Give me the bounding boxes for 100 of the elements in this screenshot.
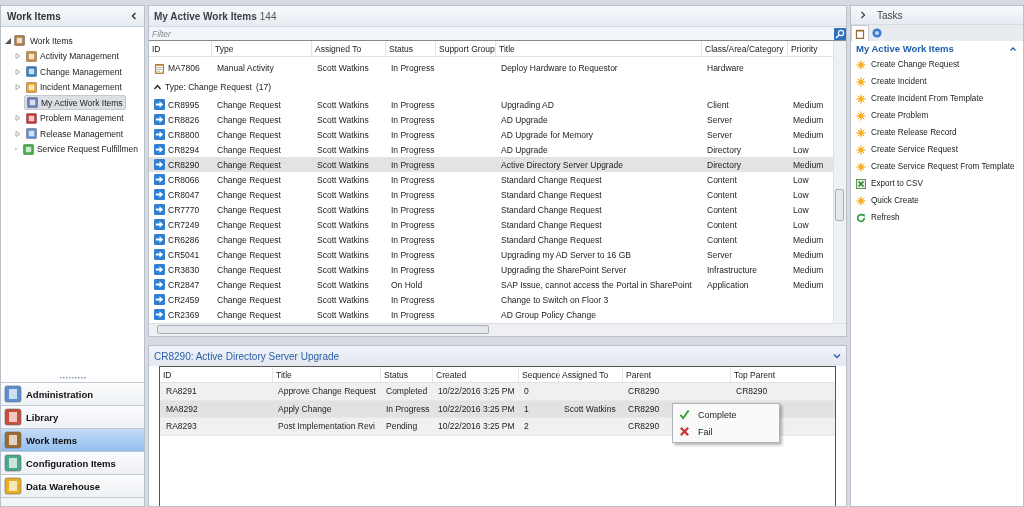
table-cell-text: Scott Watkins bbox=[316, 174, 369, 185]
task-link[interactable]: Create Service Request bbox=[851, 141, 1023, 158]
table-row[interactable]: CR8294 Change Request Scott Watkins In Progress AD Upgrade Directory Low bbox=[149, 142, 833, 157]
tree-item[interactable]: Release Management bbox=[24, 127, 126, 141]
table-row[interactable]: CR8826 Change Request Scott Watkins In Progress AD Upgrade Server Medium bbox=[149, 112, 833, 127]
column-header[interactable]: Support Group bbox=[435, 41, 495, 56]
nav-button[interactable]: Administration bbox=[1, 382, 144, 405]
horizontal-scrollbar[interactable] bbox=[149, 323, 846, 336]
table-cell-text: Change Request bbox=[216, 249, 281, 260]
column-header[interactable]: Type bbox=[211, 41, 311, 56]
nav-button[interactable]: Work Items bbox=[1, 428, 144, 451]
column-header[interactable]: Top Parent bbox=[730, 367, 835, 382]
table-row[interactable]: CR8047 Change Request Scott Watkins In Progress Standard Change Request Content Low bbox=[149, 187, 833, 202]
table-cell-text: Change Request bbox=[216, 219, 281, 230]
task-link[interactable]: Create Incident bbox=[851, 73, 1023, 90]
table-cell-text: In Progress bbox=[390, 264, 435, 275]
tree-item[interactable]: Work Items bbox=[28, 34, 75, 47]
table-cell-text: Directory bbox=[706, 144, 741, 155]
collapse-icon[interactable] bbox=[130, 12, 138, 20]
table-row[interactable]: CR7249 Change Request Scott Watkins In Progress Standard Change Request Content Low bbox=[149, 217, 833, 232]
task-link[interactable]: Create Problem bbox=[851, 107, 1023, 124]
column-header[interactable]: Class/Area/Category bbox=[701, 41, 787, 56]
table-cell-text: 2 bbox=[523, 421, 529, 432]
task-link[interactable]: Refresh bbox=[851, 209, 1023, 226]
tree-item[interactable]: Service Request Fulfillmen bbox=[20, 142, 140, 156]
column-header[interactable]: Title bbox=[272, 367, 380, 382]
task-link[interactable]: Create Incident From Template bbox=[851, 90, 1023, 107]
column-header[interactable]: Assigned To bbox=[311, 41, 385, 56]
column-header[interactable]: Assigned To bbox=[558, 367, 622, 382]
table-cell-text: Scott Watkins bbox=[316, 189, 369, 200]
table-cell-text: Upgrading AD bbox=[500, 99, 554, 110]
table-row[interactable]: CR2459 Change Request Scott Watkins In Progress Change to Switch on Floor 3 bbox=[149, 292, 833, 307]
table-cell-text: MA8292 bbox=[165, 403, 198, 414]
table-row[interactable]: CR2369 Change Request Scott Watkins In Progress AD Group Policy Change bbox=[149, 307, 833, 322]
tree-item[interactable]: Activity Management bbox=[24, 49, 121, 63]
table-cell-text: Client bbox=[706, 99, 729, 110]
column-header[interactable]: Title bbox=[495, 41, 701, 56]
table-row[interactable]: CR8290 Change Request Scott Watkins In Progress Active Directory Server Upgrade Directory Medium bbox=[149, 157, 833, 172]
column-header[interactable]: Parent bbox=[622, 367, 730, 382]
nav-button[interactable]: Data Warehouse bbox=[1, 474, 144, 497]
column-header[interactable]: ID bbox=[160, 367, 272, 382]
table-cell: CR8995 bbox=[168, 99, 200, 110]
table-row[interactable]: CR5041 Change Request Scott Watkins In Progress Upgrading my AD Server to 16 GB Server Medium bbox=[149, 247, 833, 262]
table-row[interactable]: CR8800 Change Request Scott Watkins In Progress AD Upgrade for Memory Server Medium bbox=[149, 127, 833, 142]
table-cell: CR2459 bbox=[168, 294, 200, 305]
expand-icon[interactable] bbox=[5, 37, 11, 44]
table-cell-text: Content bbox=[706, 174, 737, 185]
tree-item[interactable]: My Active Work Items bbox=[24, 95, 126, 111]
clipboard-icon bbox=[855, 28, 865, 39]
sun-icon bbox=[856, 195, 866, 206]
splitter-grip[interactable] bbox=[59, 375, 86, 379]
table-cell-text: Change Request bbox=[216, 279, 281, 290]
column-header[interactable]: Created bbox=[432, 367, 518, 382]
table-cell-text: AD Upgrade bbox=[500, 114, 548, 125]
table-row[interactable]: CR2847 Change Request Scott Watkins On Hold SAP Issue, cannot access the Portal in SharePoint Application Medium bbox=[149, 277, 833, 292]
table-cell-text: Hardware bbox=[706, 63, 744, 73]
task-link[interactable]: Create Release Record bbox=[851, 124, 1023, 141]
arrow-icon bbox=[154, 159, 165, 170]
table-cell-text: Scott Watkins bbox=[316, 249, 369, 260]
nav-button[interactable] bbox=[1, 497, 144, 506]
table-cell-text: In Progress bbox=[390, 63, 435, 73]
nav-button[interactable]: Configuration Items bbox=[1, 451, 144, 474]
vertical-scrollbar[interactable] bbox=[833, 41, 846, 323]
table-row[interactable]: CR8995 Change Request Scott Watkins In Progress Upgrading AD Client Medium bbox=[149, 97, 833, 112]
table-cell-text: Content bbox=[706, 234, 737, 245]
column-header[interactable]: Sequence bbox=[518, 367, 558, 382]
table-cell-text: Content bbox=[706, 204, 737, 215]
collapse-icon[interactable] bbox=[154, 83, 161, 90]
table-cell-text: Change Request bbox=[216, 144, 281, 155]
table-cell-text: Low bbox=[792, 219, 809, 230]
table-row[interactable]: CR6286 Change Request Scott Watkins In Progress Standard Change Request Content Medium bbox=[149, 232, 833, 247]
table-cell: CR8047 bbox=[168, 189, 200, 200]
expand-icon[interactable] bbox=[859, 11, 867, 19]
column-header[interactable]: Status bbox=[385, 41, 435, 56]
table-cell-text: Change to Switch on Floor 3 bbox=[500, 294, 609, 305]
table-row[interactable]: CR7770 Change Request Scott Watkins In Progress Standard Change Request Content Low bbox=[149, 202, 833, 217]
table-cell-text: Change Request bbox=[216, 204, 281, 215]
arrow-icon bbox=[154, 144, 165, 155]
task-link[interactable]: Create Change Request bbox=[851, 56, 1023, 73]
arrow-icon bbox=[154, 99, 165, 110]
task-link[interactable]: Export to CSV bbox=[851, 175, 1023, 192]
sun-icon bbox=[856, 161, 866, 172]
tree-item[interactable]: Incident Management bbox=[24, 80, 124, 94]
table-cell: CR3830 bbox=[168, 264, 200, 275]
table-row[interactable]: CR3830 Change Request Scott Watkins In Progress Upgrading the SharePoint Server Infrastructure Medium bbox=[149, 262, 833, 277]
column-header[interactable]: Status bbox=[380, 367, 432, 382]
task-link[interactable]: Quick Create bbox=[851, 192, 1023, 209]
table-cell-text: Change Request bbox=[216, 189, 281, 200]
nav-button[interactable]: Library bbox=[1, 405, 144, 428]
table-cell: CR8826 bbox=[168, 114, 200, 125]
search-icon[interactable] bbox=[834, 27, 846, 40]
column-header[interactable]: ID bbox=[149, 41, 211, 56]
table-row[interactable]: RA8291 Approve Change Request Completed 10/22/2016 3:25 PM 0 CR8290 CR8290 bbox=[160, 383, 835, 401]
table-row[interactable]: MA7806 Manual Activity Scott Watkins In Progress Deploy Hardware to Requestor Hardware bbox=[149, 60, 833, 76]
table-cell-text: In Progress bbox=[390, 129, 435, 140]
tree-item[interactable]: Change Management bbox=[24, 65, 124, 79]
tree-item[interactable]: Problem Management bbox=[24, 111, 126, 125]
table-row[interactable]: CR8066 Change Request Scott Watkins In Progress Standard Change Request Content Low bbox=[149, 172, 833, 187]
pane-tab[interactable] bbox=[851, 25, 869, 41]
task-link[interactable]: Create Service Request From Template bbox=[851, 158, 1023, 175]
